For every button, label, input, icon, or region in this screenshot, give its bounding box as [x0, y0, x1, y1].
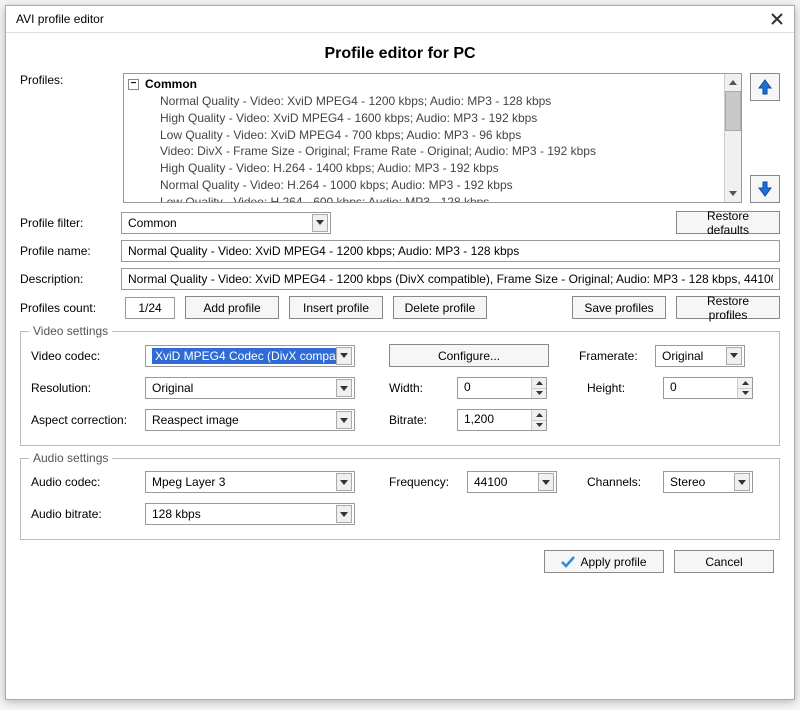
- width-spinner[interactable]: 0: [457, 377, 547, 399]
- move-down-button[interactable]: [750, 175, 780, 203]
- aspect-label: Aspect correction:: [31, 413, 137, 427]
- list-item[interactable]: Low Quality - Video: XviD MPEG4 - 700 kb…: [128, 127, 720, 144]
- framerate-select[interactable]: Original: [655, 345, 745, 367]
- list-item[interactable]: Normal Quality - Video: XviD MPEG4 - 120…: [128, 93, 720, 110]
- count-label: Profiles count:: [20, 301, 115, 315]
- chevron-down-icon: [336, 473, 352, 491]
- chevron-down-icon: [726, 347, 742, 365]
- framerate-label: Framerate:: [579, 349, 647, 363]
- add-profile-button[interactable]: Add profile: [185, 296, 279, 319]
- chevron-down-icon: [336, 505, 352, 523]
- bitrate-label: Bitrate:: [389, 413, 449, 427]
- audio-settings-legend: Audio settings: [29, 451, 112, 465]
- delete-profile-button[interactable]: Delete profile: [393, 296, 487, 319]
- resolution-select[interactable]: Original: [145, 377, 355, 399]
- video-codec-select[interactable]: XviD MPEG4 Codec (DivX compatible: [145, 345, 355, 367]
- profiles-count: 1/24: [125, 297, 175, 319]
- list-item[interactable]: Normal Quality - Video: H.264 - 1000 kbp…: [128, 177, 720, 194]
- width-label: Width:: [389, 381, 449, 395]
- restore-profiles-button[interactable]: Restore profiles: [676, 296, 780, 319]
- apply-profile-button[interactable]: Apply profile: [544, 550, 664, 573]
- tree-collapse-icon[interactable]: −: [128, 79, 139, 90]
- video-codec-label: Video codec:: [31, 349, 137, 363]
- chevron-down-icon: [336, 347, 352, 365]
- audio-bitrate-label: Audio bitrate:: [31, 507, 137, 521]
- configure-button[interactable]: Configure...: [389, 344, 549, 367]
- list-item[interactable]: Video: DivX - Frame Size - Original; Fra…: [128, 143, 720, 160]
- aspect-select[interactable]: Reaspect image: [145, 409, 355, 431]
- scroll-down-icon: [725, 185, 741, 202]
- desc-label: Description:: [20, 272, 115, 286]
- channels-select[interactable]: Stereo: [663, 471, 753, 493]
- close-icon[interactable]: [770, 12, 784, 26]
- move-up-button[interactable]: [750, 73, 780, 101]
- frequency-select[interactable]: 44100: [467, 471, 557, 493]
- scroll-up-icon: [725, 74, 741, 91]
- description-input[interactable]: [121, 268, 780, 290]
- save-profiles-button[interactable]: Save profiles: [572, 296, 666, 319]
- chevron-down-icon: [734, 473, 750, 491]
- insert-profile-button[interactable]: Insert profile: [289, 296, 383, 319]
- audio-codec-select[interactable]: Mpeg Layer 3: [145, 471, 355, 493]
- list-item[interactable]: High Quality - Video: XviD MPEG4 - 1600 …: [128, 110, 720, 127]
- profiles-tree[interactable]: − Common Normal Quality - Video: XviD MP…: [123, 73, 742, 203]
- scrollbar[interactable]: [724, 74, 741, 202]
- audio-codec-label: Audio codec:: [31, 475, 137, 489]
- profile-filter-select[interactable]: Common: [121, 212, 331, 234]
- resolution-label: Resolution:: [31, 381, 137, 395]
- audio-bitrate-select[interactable]: 128 kbps: [145, 503, 355, 525]
- window-title: AVI profile editor: [16, 12, 104, 26]
- restore-defaults-button[interactable]: Restore defaults: [676, 211, 780, 234]
- channels-label: Channels:: [587, 475, 655, 489]
- video-settings-legend: Video settings: [29, 324, 112, 338]
- list-item[interactable]: High Quality - Video: H.264 - 1400 kbps;…: [128, 160, 720, 177]
- tree-root-label: Common: [145, 77, 197, 91]
- height-label: Height:: [587, 381, 655, 395]
- chevron-down-icon: [538, 473, 554, 491]
- frequency-label: Frequency:: [389, 475, 459, 489]
- profiles-label: Profiles:: [20, 73, 115, 87]
- page-title: Profile editor for PC: [20, 45, 780, 63]
- height-spinner[interactable]: 0: [663, 377, 753, 399]
- chevron-down-icon: [336, 411, 352, 429]
- cancel-button[interactable]: Cancel: [674, 550, 774, 573]
- profile-name-input[interactable]: [121, 240, 780, 262]
- bitrate-spinner[interactable]: 1,200: [457, 409, 547, 431]
- list-item[interactable]: Low Quality - Video: H.264 - 600 kbps; A…: [128, 194, 720, 203]
- filter-label: Profile filter:: [20, 216, 115, 230]
- chevron-down-icon: [336, 379, 352, 397]
- chevron-down-icon: [312, 214, 328, 232]
- name-label: Profile name:: [20, 244, 115, 258]
